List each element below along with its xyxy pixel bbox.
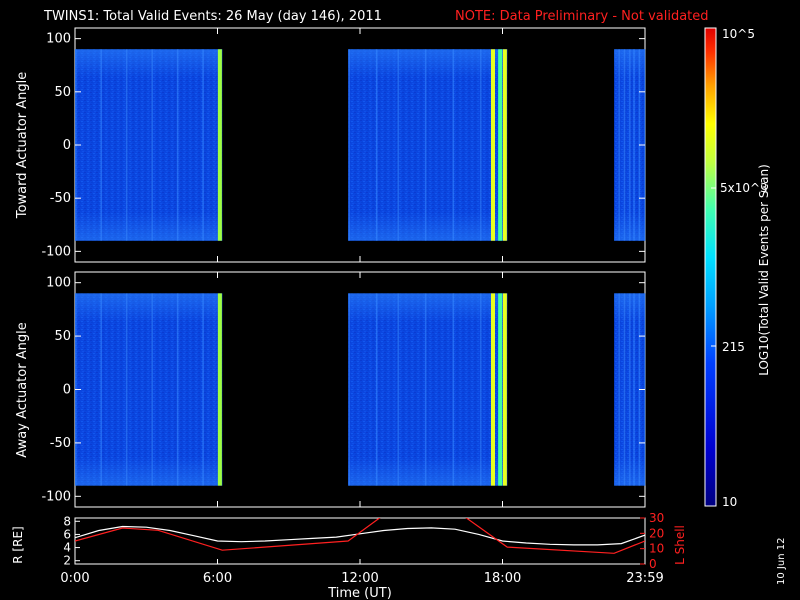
date-stamp: 10 Jun 12: [776, 538, 787, 585]
enhanced-stripe: [217, 49, 222, 241]
data-streak: [176, 49, 179, 241]
colorbar-tick-label: 215: [722, 340, 745, 354]
data-streak: [348, 49, 350, 241]
lshell-tick-label: 20: [649, 526, 664, 540]
data-streak: [397, 293, 399, 486]
y-tick-label: -50: [50, 436, 71, 451]
r-tick-label: 2: [63, 554, 71, 568]
data-streak: [480, 49, 482, 241]
x-axis-label: Time (UT): [327, 586, 392, 600]
data-streak: [100, 293, 102, 486]
y-tick-label: 0: [63, 383, 71, 398]
enhanced-stripe: [491, 49, 495, 241]
data-streak: [125, 49, 128, 241]
x-tick-label: 18:00: [484, 571, 521, 586]
data-streak: [125, 293, 128, 486]
x-tick-label: 12:00: [341, 571, 378, 586]
data-block-edge: [75, 49, 223, 241]
r-tick-label: 8: [63, 514, 71, 528]
lshell-tick-label: 10: [649, 542, 664, 556]
y-tick-label: 50: [54, 85, 71, 100]
data-streak: [424, 49, 427, 241]
toward-angle-panel: 100 50 0 -50 -100: [41, 27, 646, 263]
data-streak: [629, 49, 631, 241]
data-block-edge: [75, 293, 223, 486]
y-tick-label: -100: [41, 489, 71, 504]
data-streak: [629, 293, 631, 486]
twins-summary-plot: TWINS1: Total Valid Events: 26 May (day …: [11, 9, 787, 600]
y-tick-label: -100: [41, 244, 71, 259]
colorbar: 10^5 5x10^3 215 10 LOG10(Total Valid Eve…: [704, 27, 771, 509]
orbit-panel: 8642 3020 100 0:00 6:00 12:00 18:00 23:59: [60, 511, 664, 586]
y-tick-label: -50: [50, 191, 71, 206]
panel-frame: [74, 517, 646, 565]
y-tick-label: 0: [63, 138, 71, 153]
data-streak: [452, 293, 455, 486]
data-streak: [424, 293, 427, 486]
data-streak: [623, 293, 626, 486]
enhanced-stripe: [502, 293, 507, 486]
data-streak: [375, 49, 378, 241]
data-streak: [618, 49, 620, 241]
y-tick-label: 50: [54, 329, 71, 344]
data-streak: [375, 293, 378, 486]
lshell-tick-label: 30: [649, 511, 664, 525]
lshell-tick-label: 0: [649, 557, 657, 571]
y-tick-label: 100: [46, 32, 71, 47]
r-tick-label: 4: [63, 541, 71, 555]
data-block-edge: [348, 293, 508, 486]
data-streak: [202, 49, 204, 241]
colorbar-tick-label: 10: [722, 495, 737, 509]
data-streak: [618, 293, 620, 486]
enhanced-stripe: [502, 49, 507, 241]
colorbar-tick-label: 10^5: [722, 27, 755, 41]
middle-ylabel: Away Actuator Angle: [15, 322, 30, 457]
enhanced-stripe: [491, 293, 495, 486]
data-streak: [623, 49, 626, 241]
top-ylabel: Toward Actuator Angle: [15, 72, 30, 219]
r-axis-label: R [RE]: [11, 526, 25, 563]
data-streak: [452, 49, 455, 241]
x-tick-label: 0:00: [60, 571, 89, 586]
r-tick-label: 6: [63, 527, 71, 541]
data-block-edge: [348, 49, 508, 241]
x-tick-label: 23:59: [626, 571, 663, 586]
y-tick-label: 100: [46, 276, 71, 291]
data-streak: [151, 293, 153, 486]
data-streak: [480, 293, 482, 486]
data-streak: [202, 293, 204, 486]
data-streak: [348, 293, 350, 486]
data-streak: [151, 49, 153, 241]
data-streak: [633, 49, 635, 241]
enhanced-stripe: [498, 293, 503, 486]
away-angle-panel: 100 50 0 -50 -100: [41, 271, 646, 508]
lshell-axis-label: L Shell: [673, 525, 687, 565]
enhanced-stripe: [498, 49, 503, 241]
colorbar-label: LOG10(Total Valid Events per Scan): [757, 164, 771, 376]
plot-title: TWINS1: Total Valid Events: 26 May (day …: [43, 9, 382, 24]
data-streak: [176, 293, 179, 486]
preliminary-note: NOTE: Data Preliminary - Not validated: [455, 9, 709, 24]
data-streak: [100, 49, 102, 241]
x-tick-label: 6:00: [203, 571, 232, 586]
data-streak: [397, 49, 399, 241]
data-streak: [633, 293, 635, 486]
enhanced-stripe: [217, 293, 222, 486]
